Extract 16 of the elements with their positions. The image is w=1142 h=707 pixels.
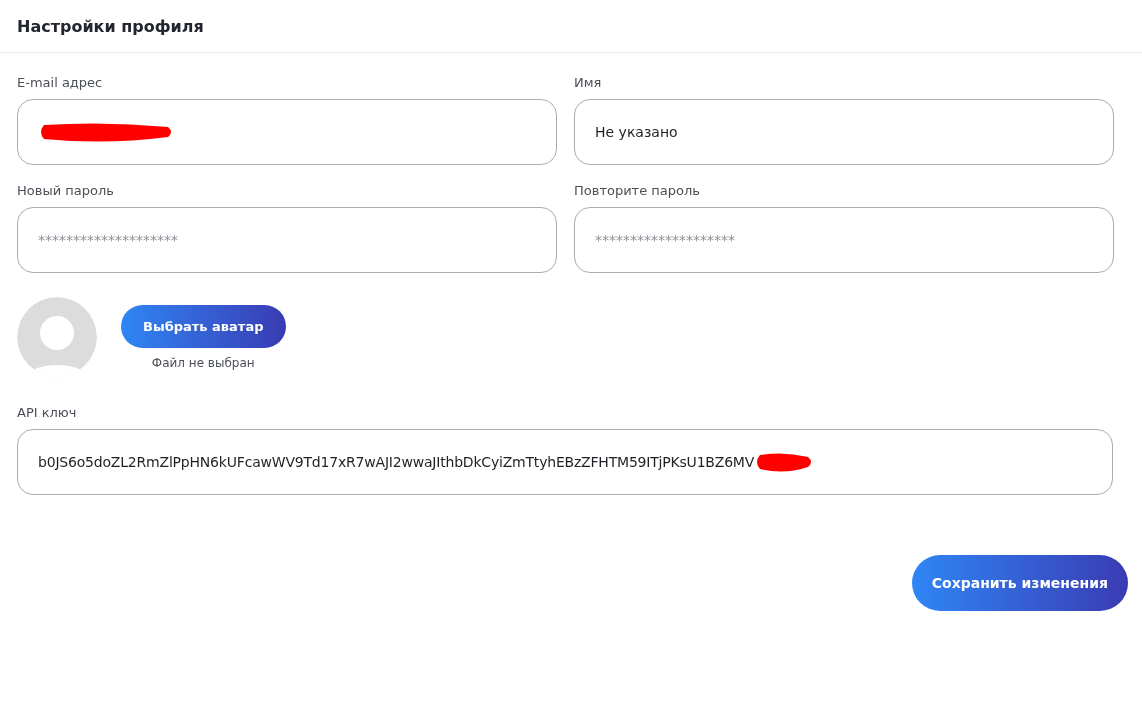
save-button[interactable]: Сохранить изменения (911, 555, 1128, 611)
field-label: Имя (574, 75, 603, 91)
avatar-placeholder-icon (17, 297, 97, 377)
field-label: Повторите пароль (574, 183, 701, 199)
name-field[interactable]: Не указано (574, 99, 1114, 165)
file-status: Файл не выбран (151, 355, 255, 370)
choose-avatar-button[interactable]: Выбрать аватар (121, 304, 286, 348)
api-key-field[interactable]: b0JS6o5doZL2RmZlPpHN6kUFcawWV9Td17xR7wAJI2wwaJIthbDkCyiZmTtyhEBzZFHTM59ITjPKsU1BZ6MV (17, 429, 1113, 495)
api-key-value: b0JS6o5doZL2RmZlPpHN6kUFcawWV9Td17xR7wAJI2wwaJIthbDkCyiZmTtyhEBzZFHTM59ITjPKsU1BZ6MV (38, 454, 755, 470)
password-field[interactable]: ******************** (574, 207, 1114, 273)
field-label: Новый пароль (17, 183, 115, 199)
email-field[interactable] (17, 99, 557, 165)
field-label: E-mail адрес (17, 75, 104, 91)
password-field[interactable]: ******************** (17, 207, 557, 273)
field-label: API ключ (17, 405, 78, 421)
page-title: Настройки профиля (17, 16, 204, 36)
